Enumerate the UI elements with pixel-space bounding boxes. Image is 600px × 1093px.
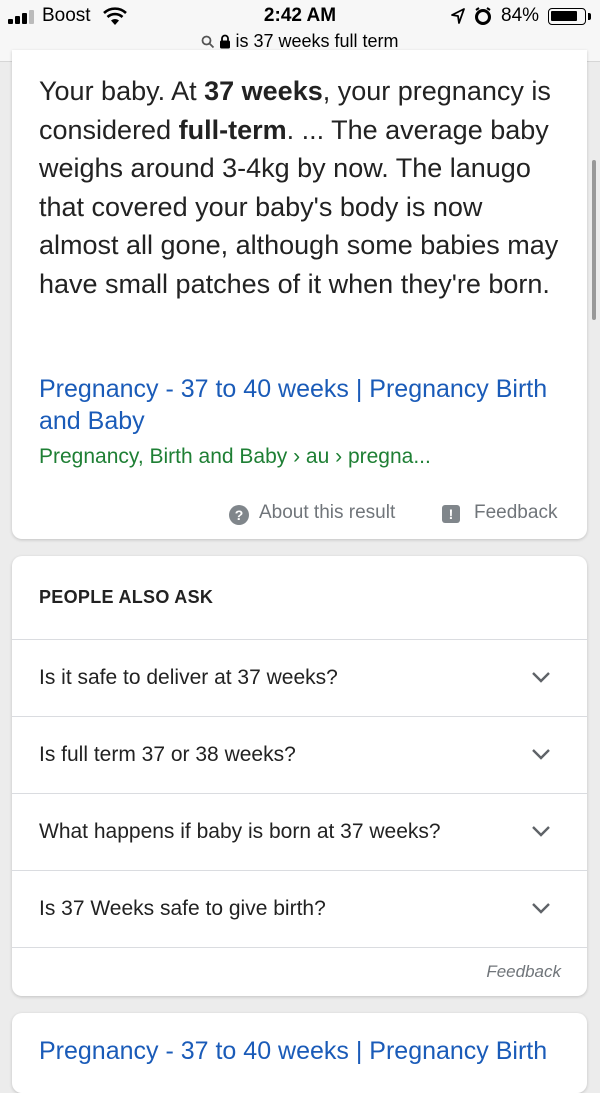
about-label: About this result xyxy=(259,502,396,523)
snippet-text: Your baby. At 37 weeks, your pregnancy i… xyxy=(39,72,559,303)
help-icon: ? xyxy=(229,505,249,525)
battery-percent: 84% xyxy=(501,5,540,26)
paa-question-text: What happens if baby is born at 37 weeks… xyxy=(39,820,441,843)
next-result-card: Pregnancy - 37 to 40 weeks | Pregnancy B… xyxy=(12,1013,587,1093)
alarm-icon xyxy=(475,7,491,25)
people-also-ask-card: PEOPLE ALSO ASK Is it safe to deliver at… xyxy=(12,556,587,996)
url-bar[interactable]: is 37 weeks full term xyxy=(0,31,600,52)
snippet-bold: 37 weeks xyxy=(204,76,323,106)
paa-question-text: Is full term 37 or 38 weeks? xyxy=(39,743,296,766)
scrollbar[interactable] xyxy=(592,160,596,320)
about-result-button[interactable]: ? About this result xyxy=(229,502,395,525)
chevron-down-icon xyxy=(532,826,550,837)
search-icon xyxy=(202,35,215,49)
paa-heading: PEOPLE ALSO ASK xyxy=(39,587,214,607)
paa-question-text: Is 37 Weeks safe to give birth? xyxy=(39,897,326,920)
paa-feedback-link[interactable]: Feedback xyxy=(486,962,561,982)
chevron-down-icon xyxy=(532,749,550,760)
result-title-link[interactable]: Pregnancy - 37 to 40 weeks | Pregnancy B… xyxy=(39,373,574,437)
url-text: is 37 weeks full term xyxy=(235,31,399,51)
result-url[interactable]: Pregnancy, Birth and Baby › au › pregna.… xyxy=(39,445,431,469)
feedback-icon: ! xyxy=(442,505,460,523)
paa-question[interactable]: Is full term 37 or 38 weeks? xyxy=(12,716,587,793)
chevron-down-icon xyxy=(532,903,550,914)
paa-question[interactable]: Is it safe to deliver at 37 weeks? xyxy=(12,639,587,716)
chevron-down-icon xyxy=(532,672,550,683)
paa-question[interactable]: Is 37 Weeks safe to give birth? xyxy=(12,870,587,947)
next-result-title-link[interactable]: Pregnancy - 37 to 40 weeks | Pregnancy B… xyxy=(39,1035,574,1067)
lock-icon xyxy=(220,34,231,49)
feedback-label: Feedback xyxy=(474,502,558,523)
paa-question[interactable]: What happens if baby is born at 37 weeks… xyxy=(12,793,587,870)
featured-snippet-card: Your baby. At 37 weeks, your pregnancy i… xyxy=(12,50,587,539)
location-icon xyxy=(451,8,465,24)
paa-question-text: Is it safe to deliver at 37 weeks? xyxy=(39,666,338,689)
battery-icon xyxy=(548,8,586,25)
feedback-button[interactable]: ! Feedback xyxy=(442,502,557,524)
snippet-bold: full-term xyxy=(178,114,287,145)
battery-tip xyxy=(588,13,591,20)
snippet-part: Your baby. At xyxy=(39,76,205,106)
